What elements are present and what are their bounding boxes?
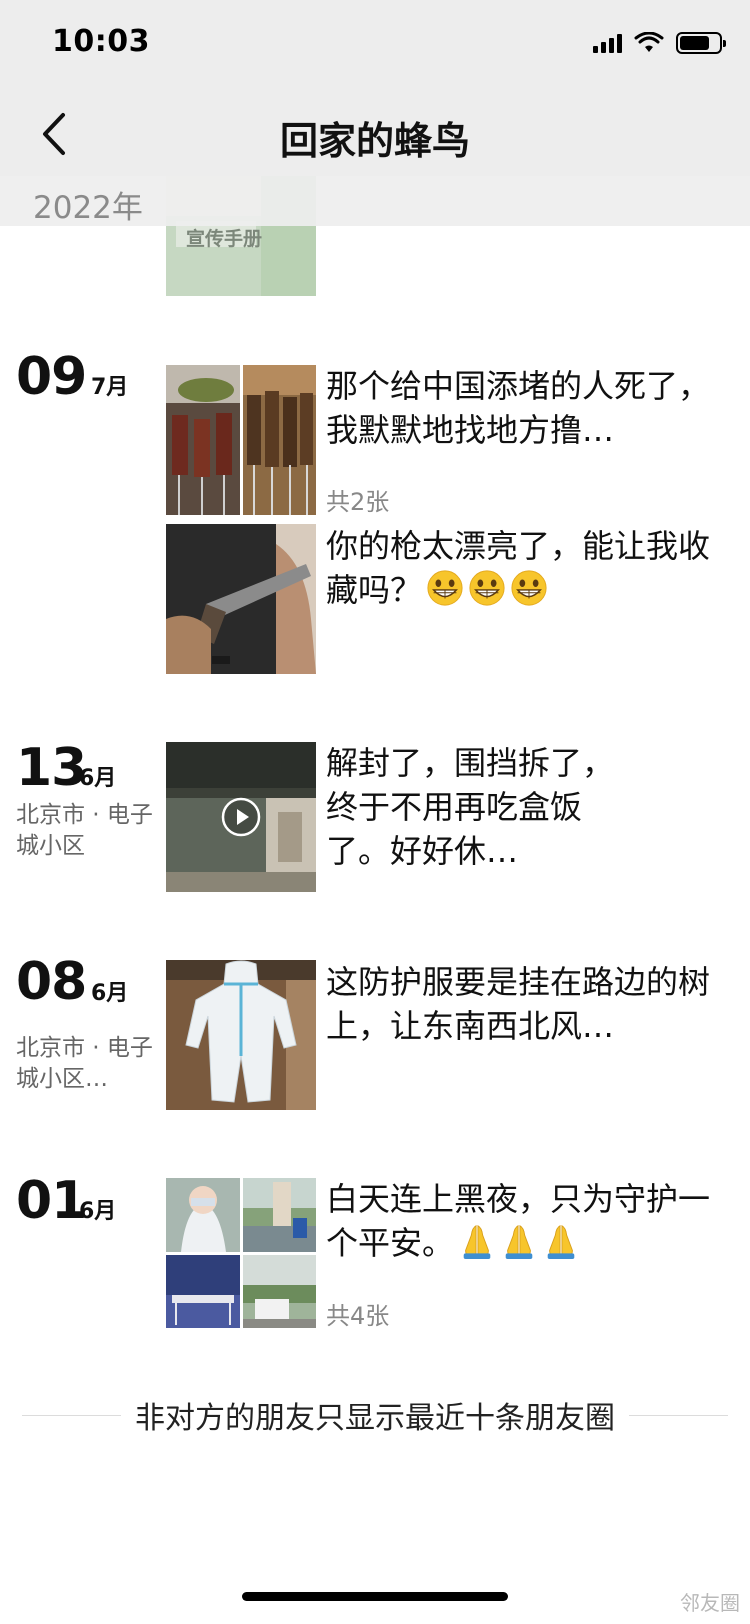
post-day: 01	[16, 1171, 87, 1231]
post-images-skewers[interactable]	[166, 365, 316, 515]
post-day: 09	[16, 347, 87, 407]
post-image-protective-suit[interactable]	[166, 960, 316, 1110]
page-title: 回家的蜂鸟	[279, 119, 470, 163]
post-image-gun[interactable]	[166, 524, 316, 674]
post-location[interactable]: 北京市 · 电子城小区…	[16, 1033, 156, 1095]
post-text[interactable]: 白天连上黑夜，只为守护一个平安。	[326, 1177, 736, 1265]
post-images-guard[interactable]	[166, 1178, 316, 1328]
divider-line	[22, 1414, 121, 1416]
post-location[interactable]: 北京市 · 电子城小区	[16, 800, 156, 862]
post-text[interactable]: 你的枪太漂亮了，能让我收藏吗？	[326, 524, 736, 612]
grinning-face-icon	[511, 570, 547, 606]
image-count: 共4张	[326, 1302, 390, 1330]
post-image[interactable]	[242, 365, 317, 515]
footer-note-text: 非对方的朋友只显示最近十条朋友圈	[135, 1401, 615, 1436]
friends-only-note: 非对方的朋友只显示最近十条朋友圈	[22, 1395, 728, 1436]
navigation-bar: 回家的蜂鸟	[0, 90, 750, 176]
year-label: 2022年	[33, 190, 143, 226]
grinning-face-icon	[427, 570, 463, 606]
post-image[interactable]	[242, 1178, 316, 1252]
post-video[interactable]	[166, 742, 316, 892]
watermark: 邻友圈	[680, 1591, 740, 1615]
clock: 10:03	[52, 24, 150, 59]
post-image[interactable]	[166, 365, 240, 515]
post-day: 08	[16, 952, 87, 1012]
post-image[interactable]	[166, 1254, 240, 1328]
folded-hands-icon	[547, 1225, 575, 1260]
post-month: 6月	[91, 981, 129, 1006]
post-text[interactable]: 这防护服要是挂在路边的树上，让东南西北风…	[326, 960, 736, 1048]
wifi-icon	[634, 32, 664, 52]
post-month: 6月	[79, 766, 117, 791]
signal-icon	[593, 33, 622, 53]
image-count: 共2张	[326, 488, 390, 516]
post-month: 6月	[79, 1199, 117, 1224]
status-bar: 10:03	[0, 0, 750, 90]
divider-line	[629, 1414, 728, 1416]
home-indicator[interactable]	[242, 1592, 508, 1601]
play-icon[interactable]	[221, 797, 261, 837]
post-day: 13	[16, 738, 87, 798]
year-header: 2022年	[0, 176, 750, 226]
brochure-thumb-text: 宣传手册	[186, 228, 263, 250]
folded-hands-icon	[463, 1225, 491, 1260]
folded-hands-icon	[505, 1225, 533, 1260]
post-text[interactable]: 解封了，围挡拆了，终于不用再吃盒饭了。好好休…	[326, 741, 626, 873]
post-month: 7月	[91, 375, 129, 400]
battery-icon	[676, 32, 726, 54]
post-text[interactable]: 那个给中国添堵的人死了，我默默地找地方撸…	[326, 364, 736, 452]
post-image[interactable]	[166, 1178, 240, 1252]
moments-feed[interactable]: 宣传手册 09 7月 那个给中国添堵的人死了，我默默地找地方撸… 共2张 你的枪…	[0, 0, 750, 1624]
status-icons	[593, 32, 726, 54]
post-image[interactable]	[242, 1254, 316, 1328]
grinning-face-icon	[469, 570, 505, 606]
